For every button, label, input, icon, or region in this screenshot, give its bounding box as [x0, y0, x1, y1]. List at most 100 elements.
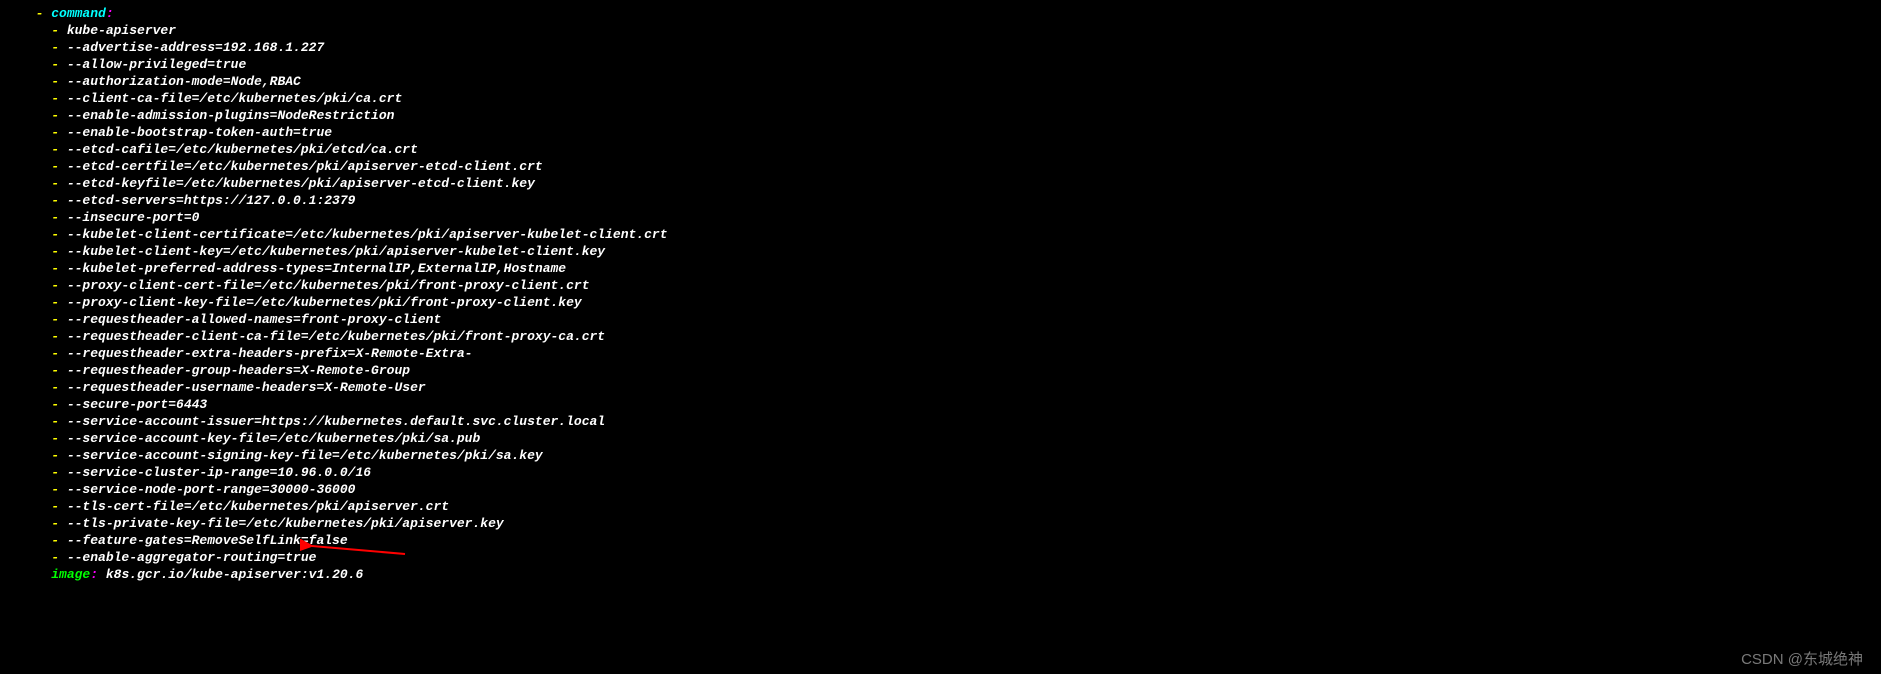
yaml-list-item: - --etcd-certfile=/etc/kubernetes/pki/ap…	[20, 158, 1881, 175]
yaml-item-value: --allow-privileged=true	[67, 57, 246, 72]
yaml-item-value: --etcd-certfile=/etc/kubernetes/pki/apis…	[67, 159, 543, 174]
yaml-item-value: --proxy-client-key-file=/etc/kubernetes/…	[67, 295, 582, 310]
yaml-list-item: - --etcd-cafile=/etc/kubernetes/pki/etcd…	[20, 141, 1881, 158]
yaml-dash: -	[20, 380, 67, 395]
yaml-image-line: image: k8s.gcr.io/kube-apiserver:v1.20.6	[20, 566, 1881, 583]
yaml-dash: -	[20, 40, 67, 55]
yaml-item-value: --secure-port=6443	[67, 397, 207, 412]
yaml-dash: -	[20, 125, 67, 140]
yaml-item-value: --enable-admission-plugins=NodeRestricti…	[67, 108, 395, 123]
yaml-item-value: kube-apiserver	[67, 23, 176, 38]
yaml-list-item: - --service-node-port-range=30000-36000	[20, 481, 1881, 498]
yaml-dash: -	[20, 91, 67, 106]
yaml-dash: -	[20, 482, 67, 497]
yaml-list-item: - --requestheader-extra-headers-prefix=X…	[20, 345, 1881, 362]
yaml-item-value: --service-node-port-range=30000-36000	[67, 482, 356, 497]
yaml-item-value: --kubelet-client-key=/etc/kubernetes/pki…	[67, 244, 605, 259]
yaml-item-value: --client-ca-file=/etc/kubernetes/pki/ca.…	[67, 91, 402, 106]
yaml-key-image: image	[51, 567, 90, 582]
yaml-item-value: --service-account-signing-key-file=/etc/…	[67, 448, 543, 463]
yaml-item-value: --service-account-key-file=/etc/kubernet…	[67, 431, 480, 446]
yaml-item-value: --enable-bootstrap-token-auth=true	[67, 125, 332, 140]
yaml-list-item: - --feature-gates=RemoveSelfLink=false	[20, 532, 1881, 549]
yaml-list-item: - --allow-privileged=true	[20, 56, 1881, 73]
yaml-dash: -	[20, 312, 67, 327]
yaml-list-item: - --service-cluster-ip-range=10.96.0.0/1…	[20, 464, 1881, 481]
yaml-dash: -	[20, 193, 67, 208]
yaml-dash: -	[20, 346, 67, 361]
yaml-item-value: --etcd-cafile=/etc/kubernetes/pki/etcd/c…	[67, 142, 418, 157]
yaml-list-item: - --service-account-signing-key-file=/et…	[20, 447, 1881, 464]
yaml-dash: -	[20, 159, 67, 174]
yaml-item-value: --insecure-port=0	[67, 210, 200, 225]
yaml-list-item: - --proxy-client-key-file=/etc/kubernete…	[20, 294, 1881, 311]
yaml-dash: -	[20, 244, 67, 259]
yaml-list-item: - --requestheader-group-headers=X-Remote…	[20, 362, 1881, 379]
yaml-dash: -	[20, 227, 67, 242]
yaml-dash: -	[20, 397, 67, 412]
yaml-list-item: - --requestheader-username-headers=X-Rem…	[20, 379, 1881, 396]
yaml-dash: -	[20, 414, 67, 429]
yaml-item-value: --tls-cert-file=/etc/kubernetes/pki/apis…	[67, 499, 449, 514]
yaml-item-value: --advertise-address=192.168.1.227	[67, 40, 324, 55]
yaml-list-item: - --tls-private-key-file=/etc/kubernetes…	[20, 515, 1881, 532]
yaml-list-item: - --kubelet-client-key=/etc/kubernetes/p…	[20, 243, 1881, 260]
yaml-dash: -	[20, 74, 67, 89]
yaml-list-item: - kube-apiserver	[20, 22, 1881, 39]
yaml-list-item: - --requestheader-client-ca-file=/etc/ku…	[20, 328, 1881, 345]
yaml-item-value: --tls-private-key-file=/etc/kubernetes/p…	[67, 516, 504, 531]
yaml-list-item: - --proxy-client-cert-file=/etc/kubernet…	[20, 277, 1881, 294]
yaml-list-item: - --kubelet-client-certificate=/etc/kube…	[20, 226, 1881, 243]
watermark-text: CSDN @东城绝神	[1741, 651, 1863, 668]
yaml-list-item: - --enable-aggregator-routing=true	[20, 549, 1881, 566]
yaml-dash: -	[20, 533, 67, 548]
yaml-dash: -	[20, 363, 67, 378]
yaml-dash: -	[20, 550, 67, 565]
yaml-image-value: k8s.gcr.io/kube-apiserver:v1.20.6	[98, 567, 363, 582]
yaml-dash: -	[20, 176, 67, 191]
yaml-dash: -	[20, 431, 67, 446]
yaml-key-command: command	[51, 6, 106, 21]
yaml-item-value: --service-cluster-ip-range=10.96.0.0/16	[67, 465, 371, 480]
yaml-item-value: --etcd-servers=https://127.0.0.1:2379	[67, 193, 356, 208]
terminal-yaml-output: - command: - kube-apiserver - --advertis…	[20, 5, 1881, 583]
yaml-list-item: - --advertise-address=192.168.1.227	[20, 39, 1881, 56]
yaml-dash: -	[20, 499, 67, 514]
yaml-item-value: --requestheader-allowed-names=front-prox…	[67, 312, 441, 327]
yaml-item-value: --requestheader-group-headers=X-Remote-G…	[67, 363, 410, 378]
yaml-dash: -	[20, 108, 67, 123]
yaml-list-item: - --service-account-key-file=/etc/kubern…	[20, 430, 1881, 447]
yaml-item-value: --requestheader-client-ca-file=/etc/kube…	[67, 329, 605, 344]
yaml-dash: -	[20, 23, 67, 38]
yaml-item-value: --kubelet-preferred-address-types=Intern…	[67, 261, 566, 276]
yaml-dash: -	[20, 57, 67, 72]
yaml-dash: -	[20, 278, 67, 293]
yaml-command-key-line: - command:	[20, 5, 1881, 22]
yaml-list-item: - --service-account-issuer=https://kuber…	[20, 413, 1881, 430]
yaml-item-value: --kubelet-client-certificate=/etc/kubern…	[67, 227, 668, 242]
yaml-list-item: - --tls-cert-file=/etc/kubernetes/pki/ap…	[20, 498, 1881, 515]
yaml-list-item: - --enable-bootstrap-token-auth=true	[20, 124, 1881, 141]
yaml-item-value: --etcd-keyfile=/etc/kubernetes/pki/apise…	[67, 176, 535, 191]
yaml-dash: -	[20, 465, 67, 480]
yaml-list-item: - --authorization-mode=Node,RBAC	[20, 73, 1881, 90]
yaml-dash: -	[20, 142, 67, 157]
yaml-list-item: - --enable-admission-plugins=NodeRestric…	[20, 107, 1881, 124]
yaml-dash: -	[20, 516, 67, 531]
yaml-item-value: --requestheader-username-headers=X-Remot…	[67, 380, 426, 395]
yaml-item-value: --feature-gates=RemoveSelfLink=false	[67, 533, 348, 548]
yaml-item-value: --requestheader-extra-headers-prefix=X-R…	[67, 346, 473, 361]
yaml-item-value: --enable-aggregator-routing=true	[67, 550, 317, 565]
yaml-list-item: - --client-ca-file=/etc/kubernetes/pki/c…	[20, 90, 1881, 107]
yaml-item-value: --proxy-client-cert-file=/etc/kubernetes…	[67, 278, 590, 293]
yaml-list-item: - --secure-port=6443	[20, 396, 1881, 413]
yaml-dash: -	[20, 210, 67, 225]
yaml-item-value: --authorization-mode=Node,RBAC	[67, 74, 301, 89]
yaml-dash: -	[20, 261, 67, 276]
yaml-list-item: - --etcd-servers=https://127.0.0.1:2379	[20, 192, 1881, 209]
yaml-list-item: - --insecure-port=0	[20, 209, 1881, 226]
yaml-dash: -	[20, 295, 67, 310]
yaml-list-item: - --etcd-keyfile=/etc/kubernetes/pki/api…	[20, 175, 1881, 192]
yaml-dash: -	[20, 329, 67, 344]
yaml-list-item: - --requestheader-allowed-names=front-pr…	[20, 311, 1881, 328]
